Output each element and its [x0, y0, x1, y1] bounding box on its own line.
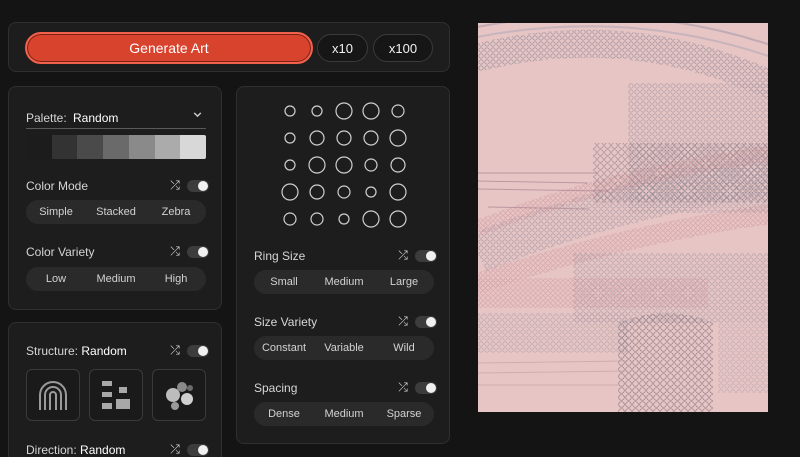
arch-icon	[39, 381, 67, 410]
size-variety-option-wild[interactable]: Wild	[374, 342, 434, 354]
spacing-random-control: ⤮	[397, 380, 437, 395]
color-variety-selector[interactable]: Low Medium High	[26, 267, 206, 291]
palette-swatches	[26, 135, 206, 159]
spacing-label: Spacing	[254, 381, 298, 395]
ring-size-option-medium[interactable]: Medium	[314, 276, 374, 288]
structure-label-text: Structure:	[26, 344, 79, 358]
direction-value: Random	[80, 443, 126, 457]
color-mode-option-simple[interactable]: Simple	[26, 206, 86, 218]
palette-label: Palette:	[26, 111, 67, 125]
palette-swatch	[180, 135, 206, 159]
color-variety-option-medium[interactable]: Medium	[86, 273, 146, 285]
size-variety-random-control: ⤮	[397, 314, 437, 329]
spacing-option-medium[interactable]: Medium	[314, 408, 374, 420]
ring-size-random-toggle[interactable]	[415, 249, 437, 262]
size-variety-random-toggle[interactable]	[415, 315, 437, 328]
spacing-option-dense[interactable]: Dense	[254, 408, 314, 420]
color-mode-label: Color Mode	[26, 179, 89, 193]
color-mode-option-stacked[interactable]: Stacked	[86, 206, 146, 218]
direction-label: Direction: Random	[26, 443, 125, 457]
color-variety-random-toggle[interactable]	[187, 245, 209, 258]
generate-art-button[interactable]: Generate Art	[25, 32, 313, 64]
ring-preview-grid	[281, 102, 407, 228]
color-variety-label: Color Variety	[26, 245, 95, 259]
ring-size-option-small[interactable]: Small	[254, 276, 314, 288]
spacing-selector[interactable]: Dense Medium Sparse	[254, 402, 434, 426]
spacing-option-sparse[interactable]: Sparse	[374, 408, 434, 420]
color-mode-selector[interactable]: Simple Stacked Zebra	[26, 200, 206, 224]
ring-size-selector[interactable]: Small Medium Large	[254, 270, 434, 294]
shuffle-icon[interactable]: ⤮	[169, 343, 181, 358]
generate-x100-button[interactable]: x100	[373, 34, 433, 62]
direction-random-control: ⤮	[169, 442, 209, 457]
shuffle-icon[interactable]: ⤮	[397, 248, 409, 263]
palette-swatch	[103, 135, 129, 159]
structure-value: Random	[81, 344, 127, 358]
structure-label: Structure: Random	[26, 344, 127, 358]
structure-settings-panel: Structure: Random ⤮ Direction: Random ⤮	[8, 322, 222, 457]
generate-x10-button[interactable]: x10	[317, 34, 368, 62]
ring-settings-panel: Ring Size ⤮ Small Medium Large Size Vari…	[236, 86, 450, 444]
palette-swatch	[51, 135, 78, 159]
size-variety-option-variable[interactable]: Variable	[314, 342, 374, 354]
generated-artwork	[478, 23, 768, 412]
shuffle-icon[interactable]: ⤮	[397, 380, 409, 395]
spacing-random-toggle[interactable]	[415, 381, 437, 394]
circles-icon	[166, 382, 193, 410]
structure-random-control: ⤮	[169, 343, 209, 358]
color-variety-option-low[interactable]: Low	[26, 273, 86, 285]
blocks-icon	[102, 381, 130, 409]
direction-random-toggle[interactable]	[187, 443, 209, 456]
structure-option-arch[interactable]	[26, 369, 80, 421]
palette-select[interactable]: Palette: Random	[26, 109, 206, 129]
direction-label-text: Direction:	[26, 443, 77, 457]
shuffle-icon[interactable]: ⤮	[169, 442, 181, 457]
shuffle-icon[interactable]: ⤮	[397, 314, 409, 329]
palette-swatch	[77, 135, 104, 159]
size-variety-option-constant[interactable]: Constant	[254, 342, 314, 354]
color-mode-random-control: ⤮	[169, 178, 209, 193]
color-mode-random-toggle[interactable]	[187, 179, 209, 192]
size-variety-label: Size Variety	[254, 315, 318, 329]
shuffle-icon[interactable]: ⤮	[169, 178, 181, 193]
generate-toolbar: Generate Art x10 x100	[8, 22, 450, 72]
ring-size-random-control: ⤮	[397, 248, 437, 263]
palette-swatch	[154, 135, 181, 159]
ring-size-label: Ring Size	[254, 249, 306, 263]
shuffle-icon[interactable]: ⤮	[169, 244, 181, 259]
palette-swatch	[26, 135, 52, 159]
size-variety-selector[interactable]: Constant Variable Wild	[254, 336, 434, 360]
artwork-canvas	[478, 23, 768, 412]
structure-random-toggle[interactable]	[187, 344, 209, 357]
color-variety-option-high[interactable]: High	[146, 273, 206, 285]
palette-swatch	[128, 135, 155, 159]
color-variety-random-control: ⤮	[169, 244, 209, 259]
ring-size-option-large[interactable]: Large	[374, 276, 434, 288]
structure-option-circles[interactable]	[152, 369, 206, 421]
chevron-down-icon[interactable]	[192, 109, 203, 123]
structure-option-blocks[interactable]	[89, 369, 143, 421]
color-settings-panel: Palette: Random Color Mode ⤮ Simple Stac…	[8, 86, 222, 310]
color-mode-option-zebra[interactable]: Zebra	[146, 206, 206, 218]
palette-value: Random	[73, 111, 119, 125]
